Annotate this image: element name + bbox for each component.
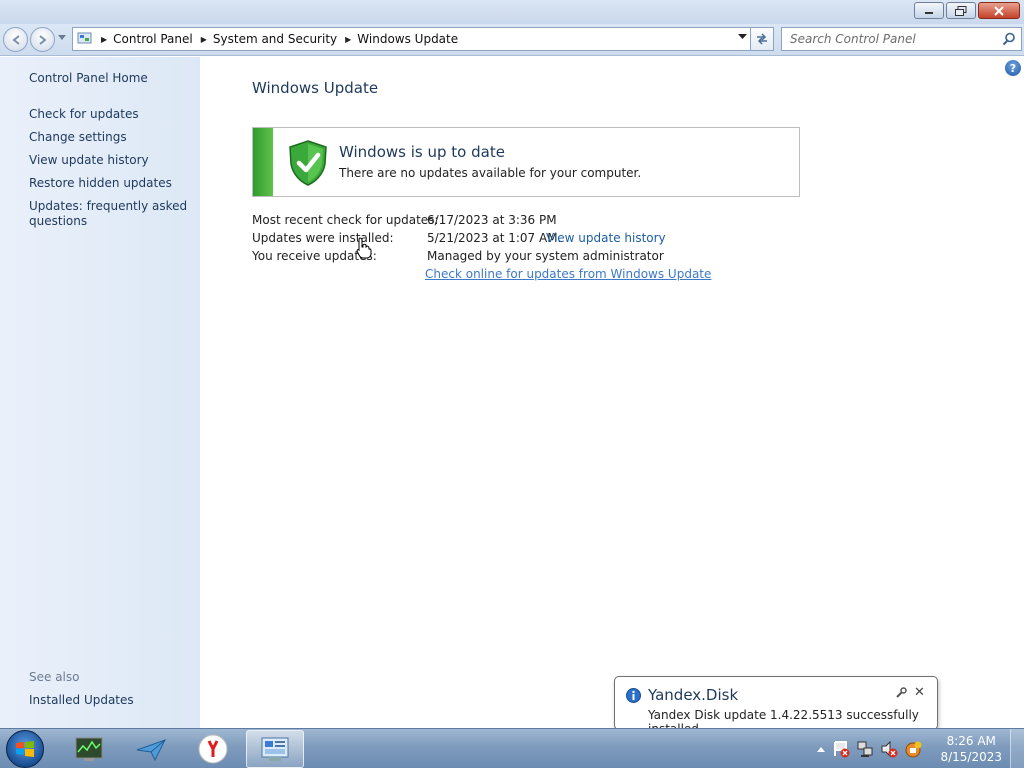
notification-balloon[interactable]: Yandex.Disk Yandex Disk update 1.4.22.55… (614, 676, 938, 741)
restore-button[interactable] (946, 2, 976, 19)
clock-date: 8/15/2023 (940, 750, 1002, 764)
sidebar-control-panel-home[interactable]: Control Panel Home (29, 71, 148, 85)
taskbar-task-manager[interactable] (60, 730, 118, 768)
control-panel-icon (77, 32, 92, 44)
search-box[interactable] (781, 27, 1022, 51)
notification-title: Yandex.Disk (648, 686, 739, 704)
breadcrumb-separator-icon[interactable]: ▶ (201, 35, 207, 44)
main-content: ? Windows Update Windows is up to date T… (200, 57, 1024, 728)
search-input[interactable] (782, 28, 992, 50)
volume-muted-icon[interactable] (880, 740, 898, 758)
task-manager-icon (75, 737, 103, 761)
system-tray (816, 729, 922, 768)
restore-icon (955, 5, 967, 16)
windows-logo-icon (16, 741, 34, 757)
show-hidden-icons-icon[interactable] (816, 744, 826, 754)
see-also-heading: See also (29, 670, 80, 684)
status-color-bar (253, 128, 273, 196)
sidebar-item-updates-faq-line2[interactable]: questions (29, 214, 87, 228)
sidebar-item-restore-hidden-updates[interactable]: Restore hidden updates (29, 176, 172, 190)
close-icon (994, 5, 1004, 16)
breadcrumb-separator-icon: ▶ (101, 34, 108, 44)
info-label-installed: Updates were installed: (252, 231, 394, 245)
sidebar-item-updates-faq[interactable]: Updates: frequently asked (29, 199, 187, 213)
status-title: Windows is up to date (339, 143, 505, 161)
back-arrow-icon (11, 34, 20, 45)
breadcrumb-separator-icon[interactable]: ▶ (345, 35, 351, 44)
show-desktop-button[interactable] (1010, 729, 1024, 768)
action-center-icon[interactable] (832, 740, 850, 758)
recent-pages-dropdown-icon[interactable] (58, 35, 66, 41)
help-icon[interactable]: ? (1005, 60, 1021, 76)
back-button[interactable] (3, 27, 28, 52)
notification-close-icon[interactable]: ✕ (914, 685, 925, 700)
sidebar-item-installed-updates[interactable]: Installed Updates (29, 693, 134, 707)
minimize-icon (925, 11, 933, 14)
address-bar[interactable]: ▶ Control Panel ▶ System and Security ▶ … (72, 27, 752, 51)
page-title: Windows Update (252, 79, 379, 97)
sidebar-item-view-update-history[interactable]: View update history (29, 153, 149, 167)
info-icon (626, 688, 641, 703)
sidebar-item-check-for-updates[interactable]: Check for updates (29, 107, 139, 121)
refresh-icon (757, 33, 767, 45)
network-icon[interactable] (856, 740, 874, 758)
status-text: There are no updates available for your … (339, 166, 642, 180)
address-dropdown-icon[interactable] (738, 34, 747, 40)
forward-button[interactable] (30, 27, 55, 52)
breadcrumb-windows-update[interactable]: Windows Update (357, 32, 458, 46)
sidebar-item-change-settings[interactable]: Change settings (29, 130, 127, 144)
clock-time: 8:26 AM (946, 734, 996, 748)
navigation-bar: ▶ Control Panel ▶ System and Security ▶ … (0, 24, 1024, 56)
window-controls (914, 2, 1020, 19)
control-panel-icon (261, 737, 289, 761)
info-value-last-check: 6/17/2023 at 3:36 PM (427, 213, 557, 227)
paper-plane-icon (136, 739, 167, 762)
forward-arrow-icon (38, 34, 47, 45)
close-button[interactable] (978, 2, 1020, 19)
info-value-receive: Managed by your system administrator (427, 249, 664, 263)
taskbar-control-panel[interactable] (246, 730, 304, 768)
info-value-installed: 5/21/2023 at 1:07 AM. (427, 231, 562, 245)
breadcrumb-control-panel[interactable]: Control Panel (113, 32, 193, 46)
title-bar (0, 0, 1024, 24)
taskbar-yandex-browser[interactable] (184, 730, 242, 768)
view-update-history-link[interactable]: View update history (546, 231, 666, 245)
check-online-link[interactable]: Check online for updates from Windows Up… (425, 267, 711, 281)
refresh-button[interactable] (750, 27, 774, 51)
start-button[interactable] (6, 730, 44, 768)
status-panel: Windows is up to date There are no updat… (252, 127, 800, 197)
breadcrumb-system-and-security[interactable]: System and Security (213, 32, 337, 46)
taskbar-app-plane[interactable] (122, 730, 180, 768)
shield-check-icon (289, 140, 327, 186)
minimize-button[interactable] (914, 2, 944, 19)
info-label-last-check: Most recent check for updates: (252, 213, 439, 227)
search-icon[interactable] (1002, 32, 1016, 46)
taskbar-clock[interactable]: 8:26 AM 8/15/2023 (940, 733, 1002, 765)
taskbar: 8:26 AM 8/15/2023 (0, 728, 1024, 768)
sidebar: Control Panel Home Check for updates Cha… (0, 57, 200, 728)
hand-cursor-icon (356, 237, 372, 259)
yandex-disk-tray-icon[interactable] (904, 740, 922, 758)
wrench-icon[interactable] (895, 687, 907, 699)
yandex-browser-icon (198, 734, 228, 764)
